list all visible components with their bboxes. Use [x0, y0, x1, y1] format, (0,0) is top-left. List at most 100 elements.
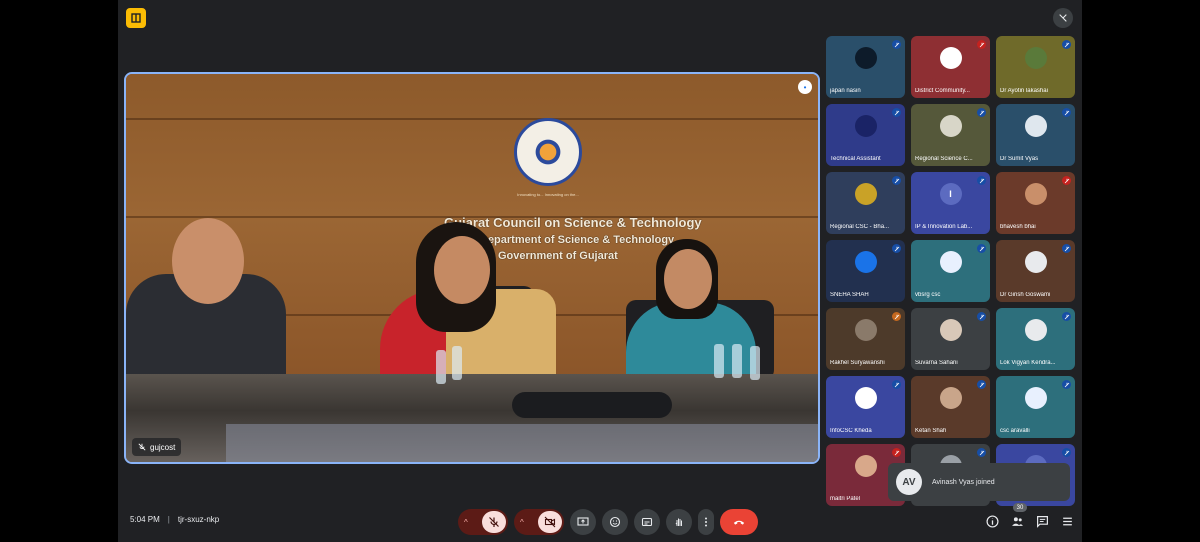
side-panel-controls: 30	[984, 503, 1075, 529]
letterbox-right	[1082, 0, 1200, 542]
participant-name: Dr Girish Goswami	[1000, 292, 1051, 298]
water-bottle	[436, 350, 446, 384]
wall-panel-line	[126, 118, 818, 120]
participant-tile[interactable]: Regional CSC - Bha...	[826, 172, 905, 234]
meeting-details-button[interactable]	[984, 513, 1000, 529]
participant-name: District Community...	[915, 88, 970, 94]
participant-tile[interactable]: Rakhel Suryawanshi	[826, 308, 905, 370]
chevron-up-icon[interactable]: ^	[464, 518, 468, 527]
presenter-video: Innovating to... Innovating on the... Gu…	[126, 74, 818, 462]
participant-tile[interactable]: District Community...	[911, 36, 990, 98]
water-bottle	[750, 346, 760, 380]
avatar	[854, 319, 877, 341]
present-icon	[577, 517, 589, 526]
avatar	[854, 47, 877, 69]
participant-name: InfoCSC Kheda	[830, 428, 872, 434]
hang-up-icon	[733, 520, 745, 525]
wall-sign-line-1: Gujarat Council on Science & Technology	[444, 215, 702, 230]
avatar	[854, 455, 877, 477]
participant-person	[434, 236, 490, 304]
participant-tile[interactable]: csc aravalli	[996, 376, 1075, 438]
leave-call-button[interactable]	[720, 509, 758, 535]
participant-count-badge: 30	[1013, 503, 1027, 512]
participant-tile[interactable]: Technical Assistant	[826, 104, 905, 166]
participant-tile[interactable]: japan nasin	[826, 36, 905, 98]
mic-off-icon[interactable]	[482, 511, 506, 533]
participant-tile[interactable]: Regional Science C...	[911, 104, 990, 166]
participant-tile[interactable]: I IP & Innovation Lab...	[911, 172, 990, 234]
mic-off-icon	[892, 380, 901, 389]
participant-name: Lok Vigyan Kendra...	[1000, 360, 1056, 366]
mic-off-icon	[892, 448, 901, 457]
tile-options-icon[interactable]: •	[798, 80, 812, 94]
participant-name: SNEHA SHAH	[830, 292, 869, 298]
camera-off-icon[interactable]	[538, 511, 562, 533]
participant-person	[172, 218, 244, 304]
meeting-code[interactable]: tjr-sxuz-nkp	[178, 515, 219, 524]
participant-tile[interactable]: InfoCSC Kheda	[826, 376, 905, 438]
mic-off-icon	[977, 448, 986, 457]
avatar	[1024, 319, 1047, 341]
avatar	[854, 387, 877, 409]
water-bottle	[714, 344, 724, 378]
participant-name: Regional Science C...	[915, 156, 973, 162]
mic-off-icon	[138, 443, 146, 451]
participant-tile[interactable]: bhavesh bhai	[996, 172, 1075, 234]
participant-tile[interactable]: Dr Girish Goswami	[996, 240, 1075, 302]
chat-button[interactable]	[1034, 513, 1050, 529]
chevron-up-icon[interactable]: ^	[520, 518, 524, 527]
water-bottle	[452, 346, 462, 380]
mic-off-icon	[1062, 40, 1071, 49]
meeting-info-icon[interactable]	[126, 8, 146, 28]
participant-name: Dr Ayotin lakashai	[1000, 88, 1048, 94]
microphone-button[interactable]: ^	[458, 509, 508, 535]
avatar: AV	[896, 469, 922, 495]
avatar	[939, 115, 962, 137]
mic-off-icon	[977, 380, 986, 389]
separator: |	[167, 515, 170, 524]
chat-icon	[1036, 515, 1048, 528]
people-button[interactable]: 30	[1009, 503, 1027, 529]
water-bottle	[732, 344, 742, 378]
participant-name: japan nasin	[830, 88, 861, 94]
mic-off-icon	[892, 244, 901, 253]
mic-off-icon	[977, 176, 986, 185]
table-reflection	[226, 424, 818, 462]
present-screen-button[interactable]	[570, 509, 596, 535]
mic-off-icon	[1062, 380, 1071, 389]
presenter-tile[interactable]: Innovating to... Innovating on the... Gu…	[124, 72, 820, 464]
activities-button[interactable]	[1059, 513, 1075, 529]
avatar	[1024, 115, 1047, 137]
mic-off-icon	[977, 244, 986, 253]
participant-tile[interactable]: Dr Ayotin lakashai	[996, 36, 1075, 98]
mic-off-icon	[1062, 108, 1071, 117]
compact-view-icon[interactable]	[1053, 8, 1073, 28]
people-icon	[1011, 516, 1023, 526]
wall-sign-line-2: Department of Science & Technology	[480, 234, 675, 246]
info-icon	[985, 514, 999, 528]
participant-tile[interactable]: Dr Sumit Vyas	[996, 104, 1075, 166]
avatar	[854, 115, 877, 137]
camera-button[interactable]: ^	[514, 509, 564, 535]
participant-tile[interactable]: Ketan Shah	[911, 376, 990, 438]
reactions-button[interactable]	[602, 509, 628, 535]
captions-button[interactable]	[634, 509, 660, 535]
participant-tile[interactable]: vbsrg csc	[911, 240, 990, 302]
more-options-button[interactable]	[698, 509, 714, 535]
participant-name: Ketan Shah	[915, 428, 947, 434]
mic-off-icon	[892, 176, 901, 185]
mic-off-icon	[977, 312, 986, 321]
raise-hand-button[interactable]	[666, 509, 692, 535]
emoji-icon	[609, 516, 621, 528]
participant-tile[interactable]: Suvarna Sahani	[911, 308, 990, 370]
participant-tile[interactable]: Lok Vigyan Kendra...	[996, 308, 1075, 370]
participant-name: Suvarna Sahani	[915, 360, 958, 366]
avatar	[939, 251, 962, 273]
avatar	[939, 319, 962, 341]
participant-tile[interactable]: SNEHA SHAH	[826, 240, 905, 302]
mic-off-icon	[892, 312, 901, 321]
mic-off-icon	[1062, 176, 1071, 185]
avatar	[1024, 251, 1047, 273]
participant-name: csc aravalli	[1000, 428, 1030, 434]
join-notification: AV Avinash Vyas joined	[888, 463, 1070, 501]
